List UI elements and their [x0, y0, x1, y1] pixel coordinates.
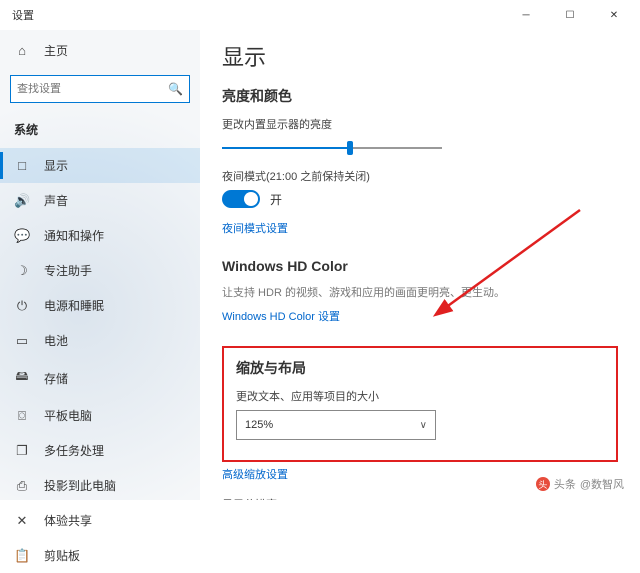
home-icon: ⌂: [14, 43, 30, 58]
brightness-label: 更改内置显示器的亮度: [222, 116, 618, 132]
sidebar-item-1[interactable]: 🔊 声音: [0, 183, 200, 218]
nav-label: 电源和睡眠: [44, 297, 104, 314]
nav-label: 平板电脑: [44, 407, 92, 424]
category-title: 系统: [0, 115, 200, 148]
watermark: 头 头条 @数智风: [530, 474, 630, 494]
nav-label: 通知和操作: [44, 227, 104, 244]
sidebar-item-6[interactable]: 🖴 存储: [0, 358, 200, 398]
scale-label: 更改文本、应用等项目的大小: [236, 388, 604, 404]
watermark-prefix: 头条: [554, 476, 576, 492]
sidebar-item-8[interactable]: ❐ 多任务处理: [0, 433, 200, 468]
night-mode-settings-link[interactable]: 夜间模式设置: [222, 220, 288, 236]
night-mode-toggle[interactable]: [222, 190, 260, 208]
scale-heading: 缩放与布局: [236, 358, 604, 378]
app-title: 设置: [12, 7, 34, 23]
sidebar-item-2[interactable]: 💬 通知和操作: [0, 218, 200, 253]
home-label: 主页: [44, 42, 68, 59]
nav-label: 显示: [44, 157, 68, 174]
nav-label: 电池: [44, 332, 68, 349]
minimize-button[interactable]: ─: [504, 1, 548, 29]
scale-value: 125%: [245, 419, 273, 431]
window-controls: ─ ☐ ✕: [504, 1, 636, 29]
nav-label: 多任务处理: [44, 442, 104, 459]
watermark-logo-icon: 头: [536, 477, 550, 491]
nav-icon: 🔊: [14, 193, 30, 209]
hdcolor-link[interactable]: Windows HD Color 设置: [222, 308, 340, 324]
nav-icon: 🖴: [14, 367, 30, 389]
watermark-author: @数智风: [580, 476, 624, 492]
hdcolor-desc: 让支持 HDR 的视频、游戏和应用的画面更明亮、更生动。: [222, 284, 618, 300]
night-mode-label: 夜间模式(21:00 之前保持关闭): [222, 168, 618, 184]
nav-icon: ❐: [14, 443, 30, 459]
advanced-scale-link[interactable]: 高级缩放设置: [222, 466, 288, 482]
scale-highlight: 缩放与布局 更改文本、应用等项目的大小 125% ∨: [222, 346, 618, 462]
brightness-slider[interactable]: [222, 138, 442, 158]
resolution-label: 显示分辨率: [222, 496, 618, 500]
nav-label: 体验共享: [44, 512, 92, 529]
close-button[interactable]: ✕: [592, 1, 636, 29]
sidebar: ⌂ 主页 🔍 系统 □ 显示 🔊 声音 💬 通知和操作 ☽ 专注助手 ⏻ 电源和睡眠 ▭ 电池 🖴 存储 ⌼…: [0, 30, 200, 500]
sidebar-item-11[interactable]: 📋 剪贴板: [0, 538, 200, 573]
search-icon: 🔍: [168, 82, 183, 96]
chevron-down-icon: ∨: [420, 420, 427, 431]
nav-label: 存储: [44, 370, 68, 387]
nav-icon: ⎙: [14, 478, 30, 494]
page-title: 显示: [222, 40, 618, 72]
sidebar-item-3[interactable]: ☽ 专注助手: [0, 253, 200, 288]
sidebar-item-9[interactable]: ⎙ 投影到此电脑: [0, 468, 200, 503]
nav-icon: ▭: [14, 333, 30, 349]
nav-label: 剪贴板: [44, 547, 80, 564]
sidebar-item-7[interactable]: ⌼ 平板电脑: [0, 398, 200, 433]
nav-label: 专注助手: [44, 262, 92, 279]
hdcolor-heading: Windows HD Color: [222, 258, 618, 274]
scale-dropdown[interactable]: 125% ∨: [236, 410, 436, 440]
maximize-button[interactable]: ☐: [548, 1, 592, 29]
sidebar-item-4[interactable]: ⏻ 电源和睡眠: [0, 288, 200, 323]
nav-icon: ⌼: [14, 408, 30, 424]
nav-icon: 📋: [14, 548, 30, 564]
search-box[interactable]: 🔍: [10, 75, 190, 103]
nav-icon: ⏻: [14, 298, 30, 314]
sidebar-item-0[interactable]: □ 显示: [0, 148, 200, 183]
home-link[interactable]: ⌂ 主页: [0, 34, 200, 67]
nav-label: 投影到此电脑: [44, 477, 116, 494]
sidebar-item-10[interactable]: ✕ 体验共享: [0, 503, 200, 538]
night-mode-state: 开: [270, 191, 282, 208]
nav-icon: 💬: [14, 228, 30, 244]
brightness-heading: 亮度和颜色: [222, 86, 618, 106]
nav-icon: ☽: [14, 263, 30, 279]
sidebar-item-5[interactable]: ▭ 电池: [0, 323, 200, 358]
nav-icon: ✕: [14, 513, 30, 529]
search-input[interactable]: [17, 83, 168, 95]
content-pane: 显示 亮度和颜色 更改内置显示器的亮度 夜间模式(21:00 之前保持关闭) 开…: [200, 30, 640, 500]
nav-icon: □: [14, 158, 30, 173]
nav-label: 声音: [44, 192, 68, 209]
